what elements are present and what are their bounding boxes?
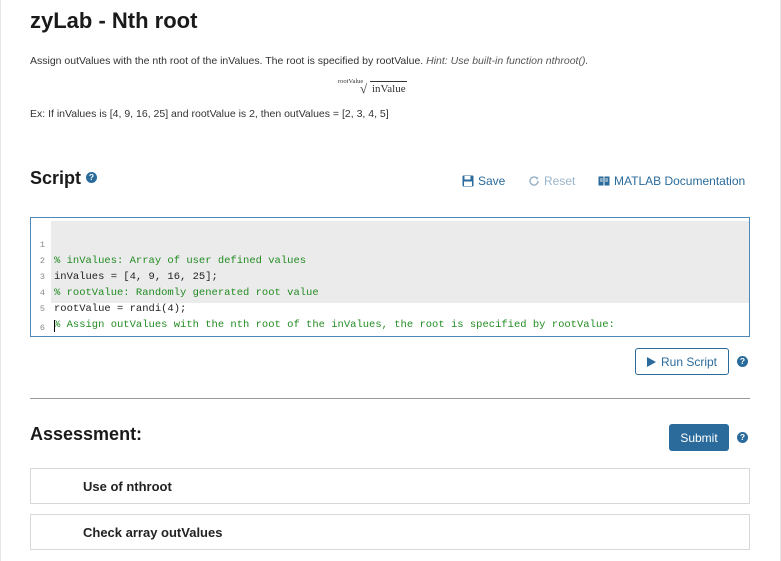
script-heading: Script ? bbox=[30, 168, 97, 189]
instructions-text: Assign outValues with the nth root of th… bbox=[30, 55, 424, 67]
run-script-label: Run Script bbox=[660, 354, 718, 369]
test-case-row[interactable]: Use of nthroot bbox=[30, 468, 750, 504]
section-divider bbox=[30, 398, 750, 399]
run-script-button[interactable]: Run Script bbox=[635, 348, 729, 375]
matlab-documentation-link[interactable]: MATLAB Documentation bbox=[598, 174, 745, 188]
test-case-row[interactable]: Check array outValues bbox=[30, 514, 750, 550]
code-line: 4 rootValue = randi(4); bbox=[31, 269, 749, 315]
reset-button[interactable]: Reset bbox=[528, 174, 575, 188]
play-icon bbox=[646, 356, 656, 367]
script-help-icon[interactable]: ? bbox=[86, 172, 97, 183]
example-text: Ex: If inValues is [4, 9, 16, 25] and ro… bbox=[30, 108, 389, 120]
page-title: zyLab - Nth root bbox=[30, 8, 198, 33]
run-help-icon[interactable]: ? bbox=[737, 356, 748, 367]
text-cursor bbox=[54, 320, 55, 332]
code-line: 3 % rootValue: Randomly generated root v… bbox=[31, 253, 749, 299]
script-heading-label: Script bbox=[30, 168, 82, 188]
code-line-active[interactable]: 7 bbox=[31, 318, 749, 334]
floppy-disk-icon bbox=[462, 175, 474, 187]
book-icon bbox=[598, 176, 610, 186]
code-line: 1 % inValues: Array of user defined valu… bbox=[31, 221, 749, 267]
test-case-label: Check array outValues bbox=[83, 525, 223, 540]
save-button[interactable]: Save bbox=[462, 174, 505, 188]
nth-root-formula: rootValue √ inValue bbox=[338, 78, 418, 98]
code-editor[interactable]: 1 % inValues: Array of user defined valu… bbox=[30, 217, 750, 337]
refresh-icon bbox=[529, 176, 539, 186]
save-label: Save bbox=[478, 174, 506, 188]
formula-radicand: inValue bbox=[370, 81, 407, 95]
matlab-documentation-label: MATLAB Documentation bbox=[614, 174, 746, 188]
code-line: 5 % Assign outValues with the nth root o… bbox=[31, 285, 749, 331]
radical-sign-icon: √ bbox=[360, 81, 368, 96]
instructions: Assign outValues with the nth root of th… bbox=[30, 55, 588, 67]
instructions-hint: Hint: Use built-in function nthroot(). bbox=[426, 55, 589, 67]
submit-help-icon[interactable]: ? bbox=[737, 432, 748, 443]
code-line: 2 inValues = [4, 9, 16, 25]; bbox=[31, 237, 749, 283]
submit-button[interactable]: Submit bbox=[669, 424, 729, 451]
test-case-label: Use of nthroot bbox=[83, 479, 172, 494]
line-number: 7 bbox=[31, 334, 45, 336]
reset-label: Reset bbox=[544, 174, 576, 188]
assessment-heading: Assessment: bbox=[30, 424, 143, 444]
